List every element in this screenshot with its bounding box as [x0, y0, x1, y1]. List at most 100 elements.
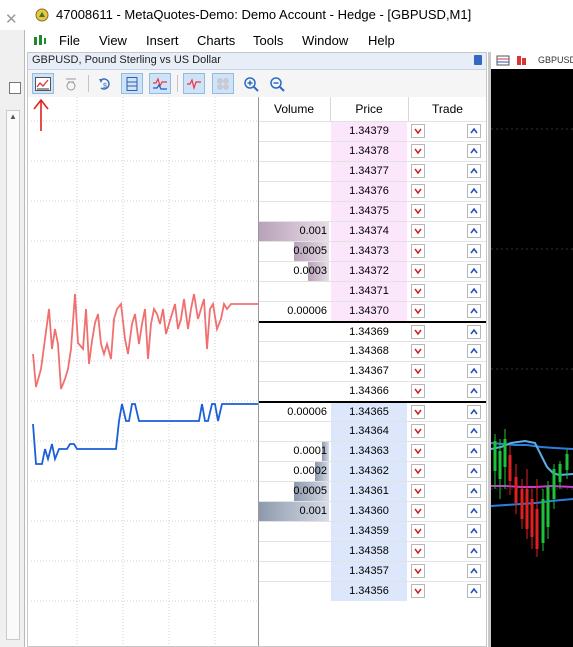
buy-button[interactable]	[467, 364, 481, 378]
buy-button[interactable]	[467, 524, 481, 538]
sell-button[interactable]	[411, 584, 425, 598]
menu-view[interactable]: View	[99, 33, 127, 48]
sell-button[interactable]	[411, 504, 425, 518]
sell-button[interactable]	[411, 124, 425, 138]
buy-button[interactable]	[467, 244, 481, 258]
sell-button[interactable]	[411, 164, 425, 178]
buy-button[interactable]	[467, 344, 481, 358]
zoom-out-icon[interactable]	[266, 73, 288, 94]
price-cell[interactable]: 1.34378	[331, 142, 407, 161]
buy-button[interactable]	[467, 224, 481, 238]
one-click-icon[interactable]: $	[94, 73, 116, 94]
buy-button[interactable]	[467, 284, 481, 298]
price-cell[interactable]: 1.34359	[331, 522, 407, 541]
menu-tools[interactable]: Tools	[253, 33, 283, 48]
price-cell[interactable]: 1.34372	[331, 262, 407, 281]
price-cell[interactable]: 1.34365	[331, 403, 407, 422]
price-cell[interactable]: 1.34371	[331, 282, 407, 301]
pin-icon[interactable]	[474, 55, 482, 65]
price-cell[interactable]: 1.34369	[331, 323, 407, 342]
buy-button[interactable]	[467, 544, 481, 558]
buy-button[interactable]	[467, 584, 481, 598]
price-cell[interactable]: 1.34361	[331, 482, 407, 501]
buy-button[interactable]	[467, 405, 481, 419]
sell-button[interactable]	[411, 464, 425, 478]
price-cell[interactable]: 1.34357	[331, 562, 407, 581]
sell-button[interactable]	[411, 444, 425, 458]
price-cell[interactable]: 1.34379	[331, 122, 407, 141]
sell-button[interactable]	[411, 224, 425, 238]
zoom-in-icon[interactable]	[240, 73, 262, 94]
sell-button[interactable]	[411, 325, 425, 339]
price-cell[interactable]: 1.34360	[331, 502, 407, 521]
sell-button[interactable]	[411, 284, 425, 298]
menu-help[interactable]: Help	[368, 33, 395, 48]
price-cell[interactable]: 1.34363	[331, 442, 407, 461]
price-cell[interactable]: 1.34377	[331, 162, 407, 181]
sell-button[interactable]	[411, 304, 425, 318]
buy-button[interactable]	[467, 325, 481, 339]
sell-button[interactable]	[411, 384, 425, 398]
price-cell[interactable]: 1.34366	[331, 382, 407, 401]
buy-button[interactable]	[467, 564, 481, 578]
price-cell[interactable]: 1.34370	[331, 302, 407, 321]
price-cell[interactable]: 1.34376	[331, 182, 407, 201]
buy-button[interactable]	[467, 144, 481, 158]
depth-icon[interactable]	[60, 73, 82, 94]
sell-button[interactable]	[411, 264, 425, 278]
price-cell[interactable]: 1.34367	[331, 362, 407, 381]
menu-file[interactable]: File	[59, 33, 80, 48]
price-cell[interactable]: 1.34374	[331, 222, 407, 241]
buy-button[interactable]	[467, 424, 481, 438]
buy-button[interactable]	[467, 304, 481, 318]
buy-button[interactable]	[467, 484, 481, 498]
chevron-up-icon	[470, 567, 478, 574]
sell-button[interactable]	[411, 405, 425, 419]
sell-button[interactable]	[411, 544, 425, 558]
sell-button[interactable]	[411, 524, 425, 538]
buy-button[interactable]	[467, 384, 481, 398]
buy-button[interactable]	[467, 204, 481, 218]
buy-button[interactable]	[467, 464, 481, 478]
menu-insert[interactable]: Insert	[146, 33, 179, 48]
sell-button[interactable]	[411, 184, 425, 198]
close-icon[interactable]: ✕	[5, 10, 18, 28]
buy-button[interactable]	[467, 184, 481, 198]
chart-icon[interactable]	[32, 73, 54, 94]
menu-window[interactable]: Window	[302, 33, 348, 48]
ladder-row: 1.34369	[259, 321, 486, 342]
menu-charts[interactable]: Charts	[197, 33, 235, 48]
scroll-up-icon[interactable]: ▲	[8, 112, 18, 124]
price-cell[interactable]: 1.34358	[331, 542, 407, 561]
svg-text:$: $	[103, 83, 107, 90]
volume-cell	[259, 542, 329, 561]
sell-button[interactable]	[411, 244, 425, 258]
app-icon	[35, 8, 49, 22]
ticks-icon[interactable]	[149, 73, 171, 94]
buy-button[interactable]	[467, 504, 481, 518]
gbpusd-chart-window[interactable]: GBPUSD	[488, 52, 573, 647]
buy-button[interactable]	[467, 124, 481, 138]
toolbox-icon[interactable]	[9, 82, 21, 94]
price-cell[interactable]: 1.34356	[331, 582, 407, 601]
price-cell[interactable]: 1.34373	[331, 242, 407, 261]
sell-button[interactable]	[411, 364, 425, 378]
sell-button[interactable]	[411, 564, 425, 578]
scrollbar[interactable]: ▲	[6, 110, 20, 640]
sell-button[interactable]	[411, 344, 425, 358]
sell-button[interactable]	[411, 204, 425, 218]
buy-button[interactable]	[467, 444, 481, 458]
volume-icon[interactable]	[212, 73, 234, 94]
price-cell[interactable]: 1.34364	[331, 422, 407, 441]
price-cell[interactable]: 1.34362	[331, 462, 407, 481]
trades-icon[interactable]	[183, 73, 205, 94]
buy-button[interactable]	[467, 264, 481, 278]
split-icon[interactable]	[121, 73, 143, 94]
chevron-up-icon	[470, 447, 478, 454]
sell-button[interactable]	[411, 144, 425, 158]
price-cell[interactable]: 1.34368	[331, 342, 407, 361]
sell-button[interactable]	[411, 424, 425, 438]
price-cell[interactable]: 1.34375	[331, 202, 407, 221]
sell-button[interactable]	[411, 484, 425, 498]
buy-button[interactable]	[467, 164, 481, 178]
